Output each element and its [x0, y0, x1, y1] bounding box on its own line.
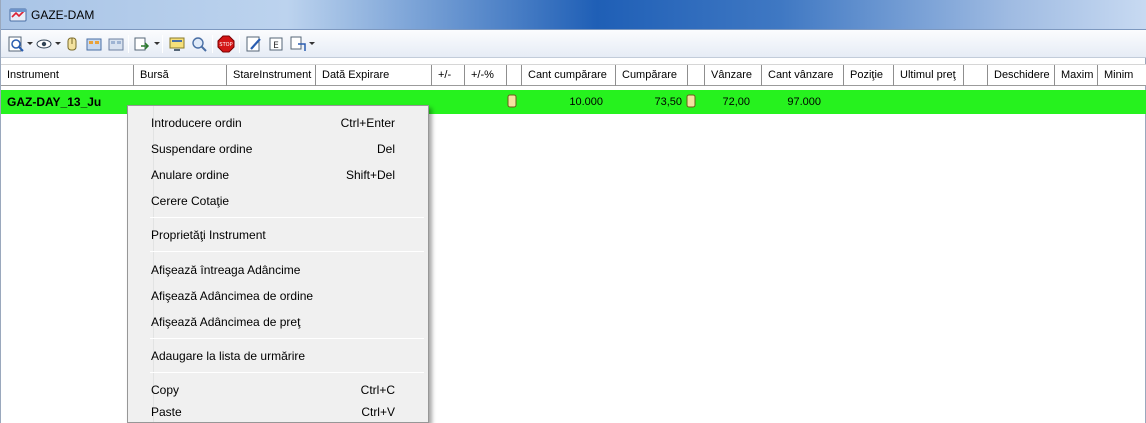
column-header-minim[interactable]: Minim: [1098, 65, 1146, 86]
menu-item-suspendare-ordine[interactable]: Suspendare ordine Del: [129, 138, 427, 160]
screen-icon[interactable]: [168, 35, 186, 53]
sell-order-icon[interactable]: [686, 94, 696, 108]
settings-dropdown-icon[interactable]: [309, 42, 315, 45]
menu-item-label: Adaugare la lista de urmărire: [151, 349, 306, 363]
cell-cumparare: 73,50: [654, 96, 682, 108]
context-menu: Introducere ordin Ctrl+Enter Suspendare …: [127, 105, 429, 423]
menu-item-label: Cerere Cotaţie: [151, 194, 230, 208]
menu-item-label: Proprietăţi Instrument: [151, 228, 266, 242]
menu-item-label: Introducere ordin: [151, 116, 242, 130]
eye-icon[interactable]: [35, 35, 53, 53]
column-header-maxim[interactable]: Maxim: [1055, 65, 1098, 86]
transfer-dropdown-icon[interactable]: [154, 42, 160, 45]
menu-item-shortcut: Ctrl+C: [360, 383, 395, 397]
menu-item-label: Afişează întreaga Adâncime: [151, 263, 301, 277]
menu-item-cerere-cotatie[interactable]: Cerere Cotaţie: [129, 190, 427, 212]
menu-item-anulare-ordine[interactable]: Anulare ordine Shift+Del: [129, 164, 427, 186]
column-header-cumparare[interactable]: Cumpărare: [616, 65, 688, 86]
column-header-deschidere[interactable]: Deschidere: [988, 65, 1055, 86]
menu-item-copy[interactable]: Copy Ctrl+C: [129, 379, 427, 401]
column-header-spacer: [507, 65, 522, 86]
market-window-icon: [9, 8, 27, 22]
zoom-icon[interactable]: [7, 35, 25, 53]
eye-dropdown-icon[interactable]: [55, 42, 61, 45]
svg-text:E: E: [273, 41, 279, 51]
edit-icon[interactable]: [245, 35, 263, 53]
cell-vanzare: 72,00: [722, 96, 750, 108]
search-icon[interactable]: [190, 35, 208, 53]
menu-item-adaugare-lista-urmarire[interactable]: Adaugare la lista de urmărire: [129, 345, 427, 367]
menu-item-label: Copy: [151, 383, 180, 397]
column-header-vanzare[interactable]: Vânzare: [705, 65, 762, 86]
column-header-instrument[interactable]: Instrument: [1, 65, 134, 86]
title-bar: GAZE-DAM: [1, 0, 1146, 30]
buy-order-icon[interactable]: [507, 94, 517, 108]
column-header-ultimul-pret[interactable]: Ultimul preţ: [894, 65, 964, 86]
menu-separator: [150, 338, 424, 339]
cell-cant-cumparare: 10.000: [569, 96, 603, 108]
column-header-spacer-3: [964, 65, 988, 86]
menu-separator: [150, 372, 424, 373]
cell-instrument: GAZ-DAY_13_Ju: [7, 95, 102, 109]
menu-item-shortcut: Ctrl+Enter: [340, 116, 395, 130]
menu-item-shortcut: Shift+Del: [345, 168, 395, 182]
window-title: GAZE-DAM: [31, 8, 95, 22]
menu-item-introducere-ordin[interactable]: Introducere ordin Ctrl+Enter: [129, 112, 427, 134]
menu-item-shortcut: Del: [376, 142, 395, 156]
menu-separator: [150, 217, 424, 218]
market-window: GAZE-DAM STOP E Instrument Bursă StareIn…: [0, 0, 1146, 423]
menu-item-label: Anulare ordine: [151, 168, 230, 182]
column-header-cant-vanzare[interactable]: Cant vânzare: [762, 65, 844, 86]
column-header-stare-instrument[interactable]: StareInstrument: [227, 65, 316, 86]
menu-item-shortcut: Ctrl+V: [361, 405, 395, 419]
column-header-spacer-2: [688, 65, 705, 86]
menu-item-paste[interactable]: Paste Ctrl+V: [129, 401, 427, 423]
menu-item-label: Afişează Adâncimea de ordine: [151, 289, 314, 303]
menu-item-afiseaza-adancimea-de-ordine[interactable]: Afişează Adâncimea de ordine: [129, 285, 427, 307]
column-header-change-percent[interactable]: +/-%: [465, 65, 507, 86]
svg-text:STOP: STOP: [219, 42, 232, 48]
stop-icon[interactable]: STOP: [217, 35, 235, 53]
cell-cant-vanzare: 97.000: [787, 96, 821, 108]
column-header-change[interactable]: +/-: [432, 65, 465, 86]
export-icon[interactable]: E: [267, 35, 285, 53]
grid-header: Instrument Bursă StareInstrument Dată Ex…: [1, 64, 1146, 86]
orders-alt-icon[interactable]: [107, 35, 125, 53]
hand-icon[interactable]: [63, 35, 81, 53]
column-header-bursa[interactable]: Bursă: [134, 65, 227, 86]
column-header-data-expirare[interactable]: Dată Expirare: [316, 65, 432, 86]
column-header-cant-cumparare[interactable]: Cant cumpărare: [522, 65, 616, 86]
orders-icon[interactable]: [85, 35, 103, 53]
column-header-pozitie[interactable]: Poziţie: [844, 65, 894, 86]
menu-item-label: Suspendare ordine: [151, 142, 253, 156]
menu-item-proprietati-instrument[interactable]: Proprietăţi Instrument: [129, 224, 427, 246]
menu-item-label: Afişează Adâncimea de preţ: [151, 315, 301, 329]
menu-item-afiseaza-adancimea-de-pret[interactable]: Afişează Adâncimea de preţ: [129, 311, 427, 333]
transfer-icon[interactable]: [133, 35, 151, 53]
settings-icon[interactable]: [289, 35, 307, 53]
menu-item-afiseaza-intreaga-adancime[interactable]: Afişează întreaga Adâncime: [129, 259, 427, 281]
menu-item-label: Paste: [151, 405, 182, 419]
zoom-dropdown-icon[interactable]: [27, 42, 33, 45]
menu-separator: [150, 251, 424, 252]
toolbar: STOP E: [1, 30, 1146, 58]
